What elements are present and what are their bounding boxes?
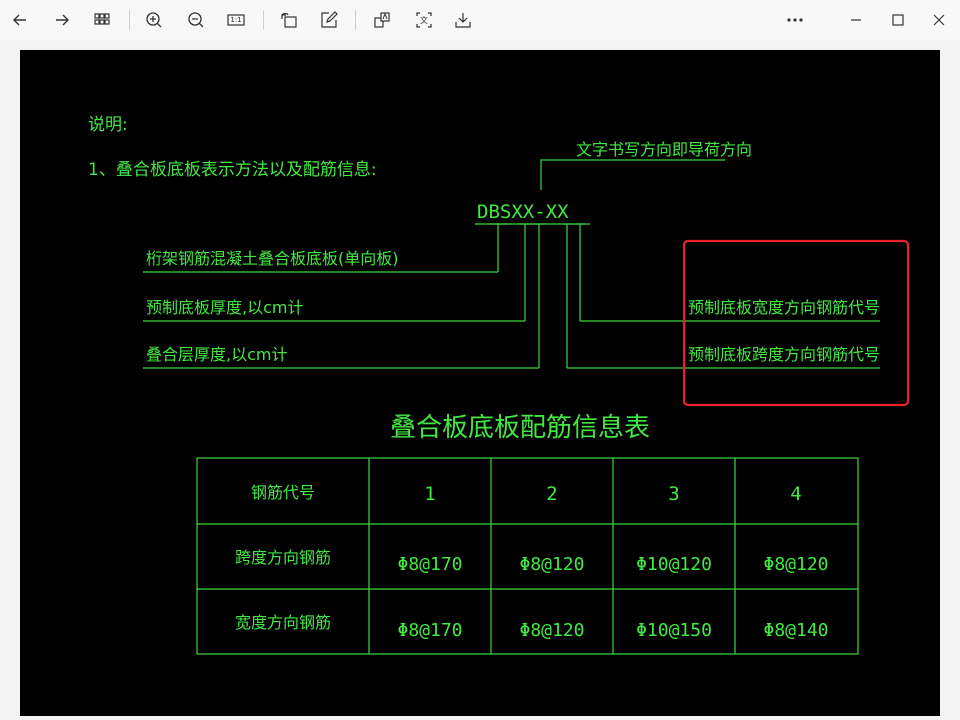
left-label-1: 桁架钢筋混凝土叠合板底板(单向板) (146, 249, 399, 268)
viewer-toolbar: 1:1 文 (0, 0, 960, 40)
zoom-in-icon (146, 12, 162, 28)
toolbar-divider (355, 10, 356, 30)
maximize-icon (892, 14, 904, 26)
actual-size-button[interactable]: 1:1 (220, 4, 252, 36)
zoom-in-button[interactable] (138, 4, 170, 36)
direction-leader (540, 159, 725, 190)
zoom-out-button[interactable] (180, 4, 212, 36)
actual-size-label: 1:1 (230, 16, 242, 24)
close-icon (933, 14, 945, 26)
table-cell: Φ8@170 (397, 554, 462, 575)
zoom-out-icon (188, 12, 204, 28)
ocr-button[interactable]: 文 (408, 4, 440, 36)
cad-drawing: 说明: 1、叠合板底板表示方法以及配筋信息: 文字书写方向即导荷方向 DBSXX… (20, 50, 940, 716)
translate-button[interactable] (366, 4, 398, 36)
table-header-cell: 2 (546, 483, 557, 505)
highlight-box (682, 239, 910, 407)
table-header-cell: 1 (424, 483, 435, 505)
direction-label: 文字书写方向即导荷方向 (576, 140, 752, 159)
table-title: 叠合板底板配筋信息表 (390, 413, 650, 443)
close-button[interactable] (923, 4, 955, 36)
toolbar-divider (129, 10, 130, 30)
minimize-button[interactable] (840, 4, 872, 36)
arrow-right-icon (56, 14, 69, 26)
toolbar-divider (263, 10, 264, 30)
right-label-1: 预制底板宽度方向钢筋代号 (688, 298, 880, 317)
grid-view-icon (94, 13, 110, 25)
table-row-label: 宽度方向钢筋 (235, 613, 331, 632)
table-cell: Φ8@120 (519, 554, 584, 575)
download-icon (455, 13, 471, 28)
table-cell: Φ8@120 (763, 554, 828, 575)
table-header-cell: 钢筋代号 (251, 483, 315, 502)
more-button[interactable] (779, 4, 811, 36)
cad-drawing-svg: 说明: 1、叠合板底板表示方法以及配筋信息: 文字书写方向即导荷方向 DBSXX… (88, 115, 910, 655)
grid-view-button[interactable] (86, 4, 118, 36)
note-line-1: 1、叠合板底板表示方法以及配筋信息: (88, 160, 377, 180)
table-cell: Φ8@170 (397, 620, 462, 641)
left-label-3: 叠合层厚度,以cm计 (146, 345, 287, 364)
maximize-button[interactable] (882, 4, 914, 36)
table-cell: Φ8@120 (519, 620, 584, 641)
ocr-label: 文 (420, 15, 428, 25)
table-header-cell: 4 (790, 483, 801, 505)
minimize-icon (851, 19, 861, 21)
translate-icon (374, 12, 390, 28)
arrow-left-icon (13, 14, 26, 26)
table-header-cell: 3 (668, 483, 679, 505)
left-label-2: 预制底板厚度,以cm计 (146, 298, 303, 317)
table-row-label: 跨度方向钢筋 (235, 548, 331, 567)
rotate-button[interactable] (273, 4, 305, 36)
edit-icon (321, 11, 338, 28)
more-icon (787, 18, 803, 22)
download-button[interactable] (447, 4, 479, 36)
table-cell: Φ10@120 (636, 554, 712, 575)
code-label: DBSXX-XX (477, 201, 569, 223)
right-label-2: 预制底板跨度方向钢筋代号 (688, 345, 880, 364)
table-cell: Φ10@150 (636, 620, 712, 641)
edit-button[interactable] (313, 4, 345, 36)
note-title: 说明: (88, 115, 128, 135)
back-button[interactable] (4, 4, 36, 36)
table-cell: Φ8@140 (763, 620, 828, 641)
rotate-icon (281, 12, 297, 28)
forward-button[interactable] (46, 4, 78, 36)
